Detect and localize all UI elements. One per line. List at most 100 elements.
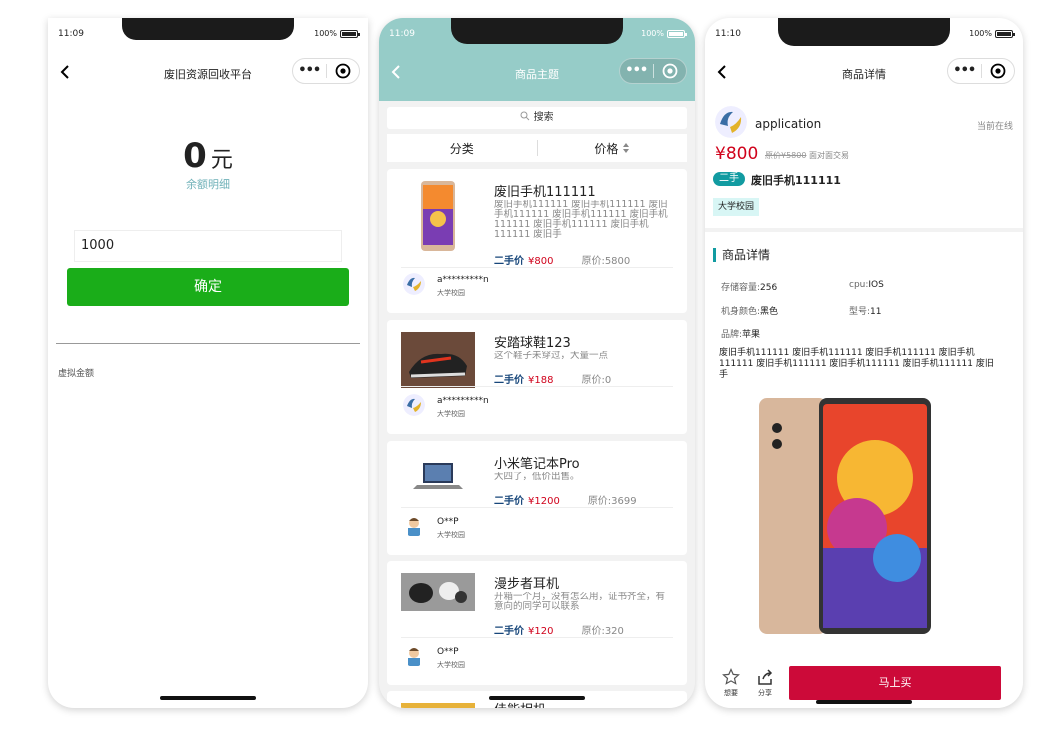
status-bar: 11:09 100% bbox=[48, 18, 368, 50]
avatar bbox=[403, 645, 425, 667]
product-card[interactable]: 废旧手机111111 废旧手机111111 废旧手机111111 废旧手机111… bbox=[387, 169, 687, 313]
battery-icon bbox=[340, 29, 360, 38]
sort-category-button[interactable]: 分类 bbox=[387, 140, 537, 157]
battery-icon bbox=[667, 29, 687, 38]
status-bar: 11:09 100% bbox=[379, 18, 695, 50]
product-desc: 这个鞋子未穿过，大量一点 bbox=[494, 351, 609, 361]
recharge-screen: 11:09 100% 废旧资源回收平台 ••• 0元 余额明细 1000 确定 … bbox=[48, 18, 368, 708]
attr-cpu: cpu:IOS bbox=[849, 280, 884, 290]
price-value: ¥120 bbox=[528, 626, 554, 637]
seller-school: 大学校园 bbox=[437, 661, 465, 669]
battery-indicator: 100% bbox=[969, 29, 1015, 38]
product-list-screen: 11:09 100% 商品主题 ••• 搜索 分类 价格 废旧手机111111 … bbox=[379, 18, 695, 708]
attr-model: 型号:11 bbox=[849, 304, 882, 317]
attr-storage: 存储容量:256 bbox=[721, 280, 777, 293]
product-title: 漫步者耳机 bbox=[494, 577, 560, 592]
attr-color: 机身颜色:黑色 bbox=[721, 304, 778, 317]
attr-value: IOS bbox=[868, 280, 884, 290]
product-title: 安踏球鞋123 bbox=[494, 336, 571, 351]
seller-school: 大学校园 bbox=[437, 289, 465, 297]
product-price-row: 二手价 ¥1200 原价:3699 bbox=[494, 492, 637, 507]
attr-label: 机身颜色: bbox=[721, 307, 761, 317]
close-target-icon[interactable] bbox=[982, 63, 1015, 79]
product-title: 废旧手机111111 bbox=[494, 185, 596, 200]
price-value: ¥188 bbox=[528, 375, 554, 386]
want-button[interactable]: 想要 bbox=[719, 668, 743, 698]
section-title: 商品详情 bbox=[713, 248, 770, 262]
seller-name: a*********n bbox=[437, 396, 489, 406]
price-label: 二手价 bbox=[494, 375, 524, 386]
original-price-row: 原价¥5800 面对面交易 bbox=[765, 150, 849, 161]
price-label: 二手价 bbox=[494, 256, 524, 267]
close-target-icon[interactable] bbox=[654, 63, 687, 79]
sort-arrows-icon bbox=[623, 142, 630, 153]
star-icon bbox=[722, 668, 740, 685]
balance-detail-link[interactable]: 余额明细 bbox=[48, 176, 368, 192]
search-bar[interactable]: 搜索 bbox=[387, 107, 687, 129]
seller-name: O**P bbox=[437, 647, 459, 657]
battery-percent: 100% bbox=[641, 29, 664, 38]
product-detail-screen: 11:10 100% 商品详情 ••• application 当前在线 ¥80… bbox=[705, 18, 1023, 708]
original-price: 原价:320 bbox=[581, 626, 624, 637]
balance-value: 0 bbox=[183, 136, 207, 176]
confirm-button[interactable]: 确定 bbox=[67, 268, 349, 306]
campus-tag: 大学校园 bbox=[713, 198, 760, 216]
battery-percent: 100% bbox=[314, 29, 337, 38]
share-button[interactable]: 分享 bbox=[753, 668, 777, 698]
balance-amount: 0元 bbox=[48, 136, 368, 176]
second-hand-badge: 二手 bbox=[713, 172, 745, 186]
trade-type: 面对面交易 bbox=[809, 151, 849, 160]
seller-school: 大学校园 bbox=[437, 410, 465, 418]
product-description: 废旧手机111111 废旧手机111111 废旧手机111111 废旧手机111… bbox=[719, 348, 994, 380]
sort-price-button[interactable]: 价格 bbox=[538, 140, 688, 157]
product-main-image bbox=[759, 398, 931, 634]
product-card[interactable]: 小米笔记本Pro 大四了，低价出售。 二手价 ¥1200 原价:3699 O**P … bbox=[387, 441, 687, 555]
more-icon[interactable]: ••• bbox=[293, 59, 326, 83]
product-card[interactable]: 漫步者耳机 开箱一个月，没有怎么用，证书齐全，有意向的同学可以联系 二手价 ¥12… bbox=[387, 561, 687, 685]
buy-now-button[interactable]: 马上买 bbox=[789, 666, 1001, 700]
attr-value: 11 bbox=[870, 307, 882, 317]
divider bbox=[56, 343, 360, 344]
amount-input[interactable]: 1000 bbox=[74, 230, 342, 262]
attr-value: 256 bbox=[760, 283, 778, 293]
search-icon bbox=[520, 111, 530, 121]
price-label: 二手价 bbox=[494, 496, 524, 507]
original-price: 原价:5800 bbox=[581, 256, 631, 267]
nav-bar: 商品详情 ••• bbox=[705, 50, 1023, 94]
product-desc: 废旧手机111111 废旧手机111111 废旧手机111111 废旧手机111… bbox=[494, 200, 668, 240]
seller-name: O**P bbox=[437, 517, 459, 527]
virtual-amount-label: 虚拟金额 bbox=[58, 369, 95, 379]
status-time: 11:09 bbox=[58, 29, 84, 39]
seller-school: 大学校园 bbox=[437, 531, 465, 539]
earbuds-product-image bbox=[401, 573, 475, 611]
battery-indicator: 100% bbox=[641, 29, 687, 38]
product-title: 佳能相机 bbox=[494, 699, 546, 708]
price-value: ¥800 bbox=[715, 144, 759, 164]
laptop-product-image bbox=[413, 463, 463, 489]
avatar bbox=[403, 394, 425, 416]
avatar bbox=[403, 273, 425, 295]
shoe-product-image bbox=[401, 332, 475, 388]
mini-program-capsule: ••• bbox=[947, 58, 1015, 84]
product-desc: 大四了，低价出售。 bbox=[494, 472, 580, 482]
search-label: 搜索 bbox=[533, 112, 554, 123]
original-price-label: 原价 bbox=[765, 151, 781, 160]
price-value: ¥1200 bbox=[528, 496, 560, 507]
mini-program-capsule: ••• bbox=[292, 58, 360, 84]
balance-unit: 元 bbox=[210, 148, 233, 173]
original-price: 原价:3699 bbox=[587, 496, 637, 507]
product-price-row: 二手价 ¥188 原价:0 bbox=[494, 371, 611, 386]
want-label: 想要 bbox=[724, 689, 738, 697]
attr-brand: 品牌:苹果 bbox=[721, 327, 760, 340]
product-card[interactable]: 安踏球鞋123 这个鞋子未穿过，大量一点 二手价 ¥188 原价:0 a******… bbox=[387, 320, 687, 434]
more-icon[interactable]: ••• bbox=[620, 59, 653, 83]
attr-label: 品牌: bbox=[721, 330, 743, 340]
product-title: 小米笔记本Pro bbox=[494, 457, 580, 472]
sort-bar: 分类 价格 bbox=[387, 134, 687, 162]
product-price-row: 二手价 ¥120 原价:320 bbox=[494, 622, 624, 637]
more-icon[interactable]: ••• bbox=[948, 59, 981, 83]
close-target-icon[interactable] bbox=[327, 63, 360, 79]
attr-value: 苹果 bbox=[742, 330, 761, 340]
original-price: 原价:0 bbox=[581, 375, 612, 386]
price-label: 二手价 bbox=[494, 626, 524, 637]
